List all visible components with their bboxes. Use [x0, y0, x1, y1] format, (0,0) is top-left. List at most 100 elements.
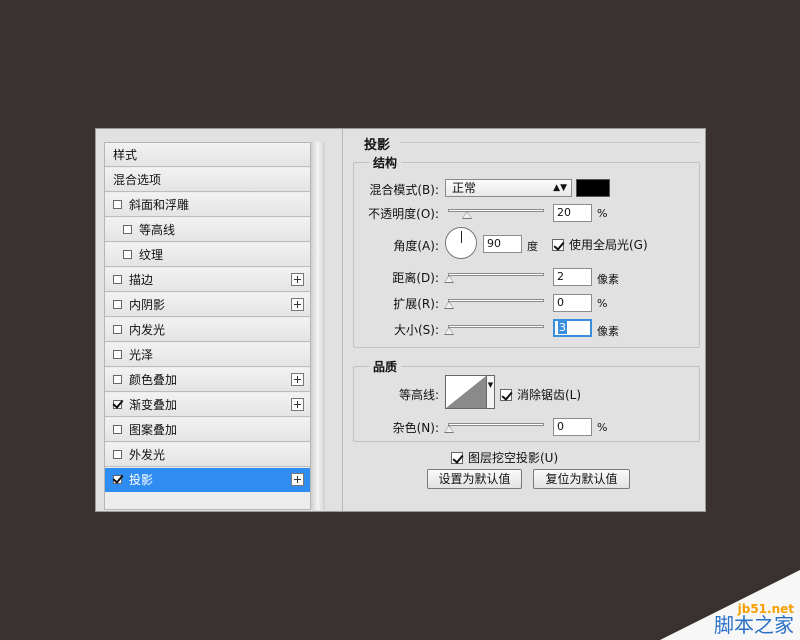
distance-input[interactable]: 2 — [553, 268, 592, 286]
spread-input[interactable]: 0 — [553, 294, 592, 312]
style-item[interactable]: 内发光 — [105, 318, 310, 342]
noise-slider[interactable] — [448, 423, 544, 426]
style-item-checkbox[interactable] — [113, 475, 122, 484]
style-item-checkbox[interactable] — [113, 425, 122, 434]
spread-unit: % — [597, 297, 608, 310]
style-item-checkbox[interactable] — [113, 375, 122, 384]
structure-group-label: 结构 — [369, 154, 402, 171]
style-item-checkbox[interactable] — [113, 400, 122, 409]
layer-style-dialog: 样式 混合选项斜面和浮雕等高线纹理描边内阴影内发光 光泽 颜色叠加渐变叠加图案叠加外… — [95, 128, 706, 512]
contour-preview[interactable] — [445, 375, 487, 409]
style-item[interactable]: 颜色叠加 — [105, 368, 310, 392]
style-item[interactable]: 斜面和浮雕 — [105, 193, 310, 217]
noise-input[interactable]: 0 — [553, 418, 592, 436]
style-item[interactable]: 描边 — [105, 268, 310, 292]
style-item-label: 斜面和浮雕 — [129, 198, 190, 212]
add-effect-plus-icon[interactable] — [291, 298, 304, 311]
spread-label: 扩展(R): — [393, 297, 439, 311]
style-item[interactable]: 等高线 — [105, 218, 310, 242]
styles-list: 样式 混合选项斜面和浮雕等高线纹理描边内阴影内发光 光泽 颜色叠加渐变叠加图案叠加外… — [104, 142, 311, 510]
section-title: 投影 — [364, 138, 391, 153]
style-item-checkbox[interactable] — [123, 225, 132, 234]
add-effect-plus-icon[interactable] — [291, 373, 304, 386]
contour-curve-icon — [446, 376, 486, 408]
style-item-checkbox[interactable] — [113, 325, 122, 334]
make-default-button[interactable]: 设置为默认值 — [427, 469, 522, 489]
opacity-unit: % — [597, 207, 608, 220]
style-item[interactable]: 混合选项 — [105, 168, 310, 192]
styles-header: 样式 — [105, 143, 310, 167]
style-item-label: 外发光 — [129, 448, 166, 462]
style-item[interactable]: 投影 — [105, 468, 310, 492]
style-item[interactable]: 渐变叠加 — [105, 393, 310, 417]
style-item-label: 投影 — [129, 473, 154, 487]
style-item-label: 渐变叠加 — [129, 398, 178, 412]
size-unit: 像素 — [597, 325, 619, 338]
style-item-checkbox[interactable] — [113, 300, 122, 309]
add-effect-plus-icon[interactable] — [291, 398, 304, 411]
style-item-checkbox[interactable] — [113, 450, 122, 459]
angle-unit: 度 — [527, 240, 538, 253]
angle-input[interactable]: 90 — [483, 235, 522, 253]
size-slider-thumb[interactable] — [444, 327, 454, 335]
style-item[interactable]: 光泽 — [105, 343, 310, 367]
style-item[interactable]: 内阴影 — [105, 293, 310, 317]
angle-label: 角度(A): — [393, 239, 439, 253]
panel-divider — [342, 129, 343, 511]
distance-slider[interactable] — [448, 273, 544, 276]
size-input-selection: 3 — [558, 321, 567, 334]
style-item[interactable]: 图案叠加 — [105, 418, 310, 442]
spread-slider[interactable] — [448, 299, 544, 302]
style-item-label: 描边 — [129, 273, 154, 287]
knockout-label: 图层挖空投影(U) — [468, 451, 559, 465]
style-item-checkbox[interactable] — [113, 200, 122, 209]
blend-mode-select[interactable]: 正常 ▲▼ — [445, 179, 572, 197]
blend-mode-value: 正常 — [452, 181, 477, 195]
contour-dropdown[interactable]: ▼ — [487, 375, 495, 409]
reset-default-button[interactable]: 复位为默认值 — [533, 469, 630, 489]
distance-label: 距离(D): — [392, 271, 439, 285]
blend-mode-label: 混合模式(B): — [369, 183, 439, 197]
noise-label: 杂色(N): — [392, 421, 439, 435]
angle-dial[interactable] — [445, 227, 477, 259]
anti-alias-checkbox[interactable] — [500, 388, 512, 401]
style-item-checkbox[interactable] — [113, 350, 122, 359]
contour-label: 等高线: — [398, 388, 439, 402]
style-item-checkbox[interactable] — [113, 275, 122, 284]
styles-header-label: 样式 — [113, 148, 138, 162]
style-item-label: 混合选项 — [113, 173, 162, 187]
knockout-checkbox[interactable] — [451, 451, 463, 464]
styles-list-scrollbar[interactable] — [311, 142, 325, 510]
size-label: 大小(S): — [393, 323, 439, 337]
size-slider[interactable] — [448, 325, 544, 328]
quality-group-label: 品质 — [369, 358, 402, 375]
global-light-checkbox[interactable] — [552, 238, 564, 251]
shadow-color-swatch[interactable] — [576, 179, 610, 197]
style-item-label: 纹理 — [139, 248, 164, 262]
style-item-checkbox[interactable] — [123, 250, 132, 259]
anti-alias-option[interactable]: 消除锯齿(L) — [500, 386, 581, 403]
opacity-label: 不透明度(O): — [368, 207, 439, 221]
opacity-input[interactable]: 20 — [553, 204, 592, 222]
style-item-label: 图案叠加 — [129, 423, 178, 437]
add-effect-plus-icon[interactable] — [291, 273, 304, 286]
distance-unit: 像素 — [597, 273, 619, 286]
distance-slider-thumb[interactable] — [444, 275, 454, 283]
select-arrows-icon: ▲▼ — [553, 183, 567, 193]
knockout-option[interactable]: 图层挖空投影(U) — [451, 449, 558, 466]
style-item[interactable]: 外发光 — [105, 443, 310, 467]
style-item-label: 内阴影 — [129, 298, 166, 312]
style-item-label: 等高线 — [139, 223, 176, 237]
style-item[interactable]: 纹理 — [105, 243, 310, 267]
noise-slider-thumb[interactable] — [444, 425, 454, 433]
watermark-logo-text: 脚本之家 — [714, 613, 794, 637]
opacity-slider-thumb[interactable] — [462, 211, 473, 219]
anti-alias-label: 消除锯齿(L) — [517, 388, 582, 402]
global-light-option[interactable]: 使用全局光(G) — [552, 236, 648, 253]
spread-slider-thumb[interactable] — [444, 301, 454, 309]
add-effect-plus-icon[interactable] — [291, 473, 304, 486]
noise-unit: % — [597, 421, 608, 434]
size-input[interactable]: 3 — [553, 319, 592, 337]
title-rule — [400, 142, 700, 143]
global-light-label: 使用全局光(G) — [569, 238, 648, 252]
